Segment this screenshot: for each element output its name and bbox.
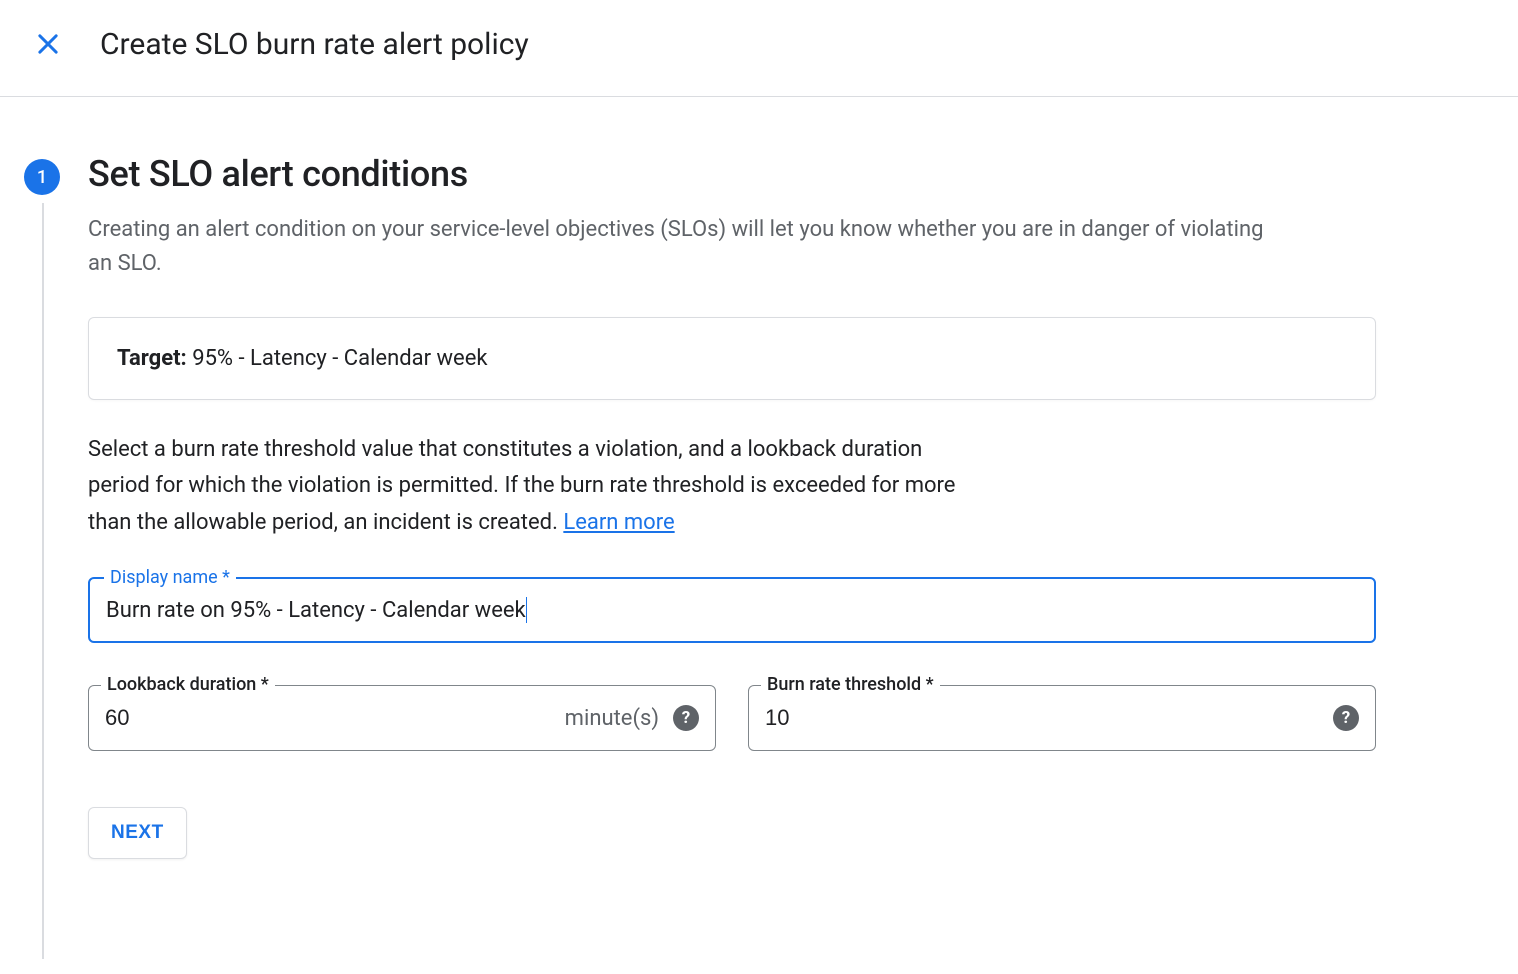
target-label: Target: (117, 346, 187, 371)
display-name-value: Burn rate on 95% - Latency - Calendar we… (106, 598, 526, 623)
step-container: 1 Set SLO alert conditions Creating an a… (24, 153, 1376, 859)
page-title: Create SLO burn rate alert policy (100, 27, 529, 62)
target-card: Target: 95% - Latency - Calendar week (88, 317, 1376, 400)
instruction-body: Select a burn rate threshold value that … (88, 437, 955, 535)
burn-rate-threshold-input[interactable] (765, 705, 1333, 731)
step-number-badge: 1 (24, 159, 60, 195)
step-connector-line (42, 203, 44, 959)
lookback-suffix: minute(s) (565, 706, 659, 731)
learn-more-link[interactable]: Learn more (563, 510, 674, 535)
instruction-text: Select a burn rate threshold value that … (88, 432, 988, 541)
display-name-label: Display name * (104, 567, 236, 588)
next-button[interactable]: NEXT (88, 807, 187, 859)
step-body: Set SLO alert conditions Creating an ale… (88, 153, 1376, 859)
text-cursor (526, 597, 527, 623)
display-name-field[interactable]: Display name * Burn rate on 95% - Latenc… (88, 577, 1376, 643)
burn-rate-threshold-field[interactable]: Burn rate threshold * ? (748, 685, 1376, 751)
help-icon[interactable]: ? (673, 705, 699, 731)
page-header: Create SLO burn rate alert policy (0, 0, 1518, 97)
display-name-value-wrapper: Burn rate on 95% - Latency - Calendar we… (106, 597, 527, 623)
close-button[interactable] (24, 20, 72, 68)
content-area: 1 Set SLO alert conditions Creating an a… (0, 97, 1400, 883)
help-icon[interactable]: ? (1333, 705, 1359, 731)
lookback-duration-input[interactable] (105, 705, 565, 731)
step-description: Creating an alert condition on your serv… (88, 213, 1268, 281)
step-title: Set SLO alert conditions (88, 153, 1376, 195)
lookback-duration-field[interactable]: Lookback duration * minute(s) ? (88, 685, 716, 751)
lookback-duration-label: Lookback duration * (101, 674, 275, 695)
field-row: Lookback duration * minute(s) ? Burn rat… (88, 685, 1376, 751)
burn-rate-threshold-label: Burn rate threshold * (761, 674, 940, 695)
close-icon (34, 30, 62, 58)
target-value: 95% - Latency - Calendar week (187, 346, 488, 371)
